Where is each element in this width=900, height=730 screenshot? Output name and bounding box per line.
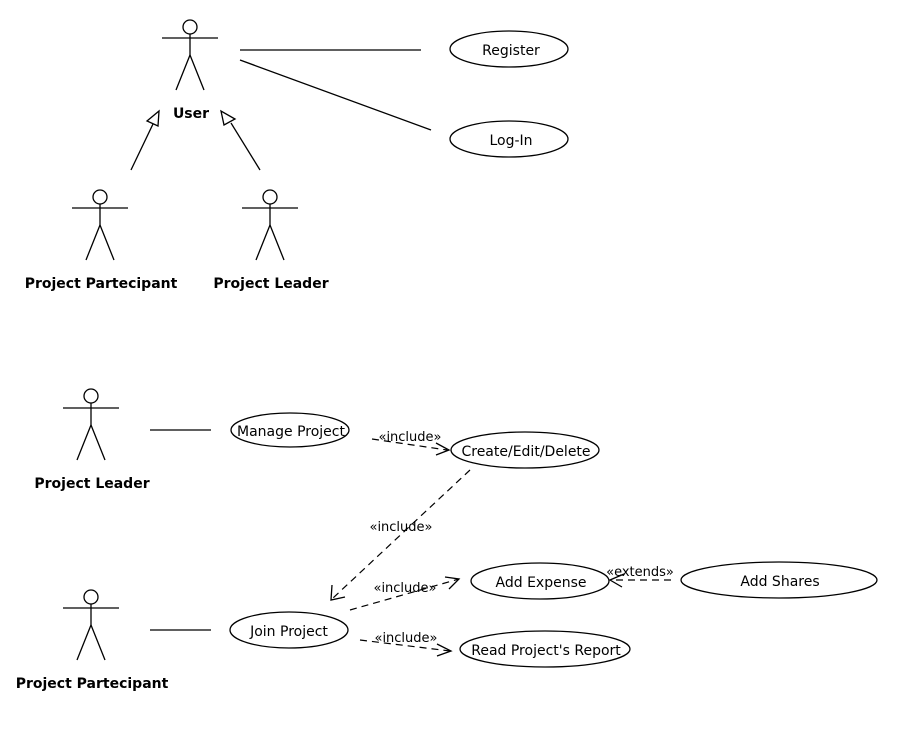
use-case-label: Read Project's Report [471,643,621,659]
actor-project-partecipant-bottom[interactable]: Project Partecipant [16,589,169,692]
stereotype-label: «include» [369,520,432,535]
actor-leg-right [90,424,106,461]
use-case-label: Manage Project [237,424,345,440]
use-case-login[interactable]: Log-In [449,120,569,158]
generalization-line [130,123,154,171]
hollow-triangle-arrowhead-icon [145,109,160,127]
actor-label: Project Partecipant [25,276,178,292]
generalization-line [230,122,261,171]
actor-project-leader-top[interactable]: Project Leader [213,189,329,292]
hollow-triangle-arrowhead-icon [220,109,237,126]
actor-head [182,19,198,35]
actor-leg-left [85,224,101,261]
actor-label: Project Leader [213,276,328,292]
include-join-to-report[interactable]: «include» [359,631,453,657]
actor-head [83,589,99,605]
generalization-leader-to-user[interactable] [220,109,261,171]
use-case-label: Join Project [249,624,328,640]
use-case-label: Register [482,43,540,59]
actor-head [92,189,108,205]
stereotype-label: «include» [373,581,436,596]
open-arrowhead-icon [330,584,346,601]
generalization-partecipant-to-user[interactable] [130,109,160,171]
actor-leg-right [189,54,205,91]
actor-leg-right [90,624,106,661]
use-case-label: Add Shares [740,574,819,590]
use-case-create-edit-delete[interactable]: Create/Edit/Delete [450,431,600,469]
stereotype-label: «include» [374,631,437,646]
stereotype-label: «include» [378,430,441,445]
actor-leg-right [99,224,115,261]
use-case-register[interactable]: Register [449,30,569,68]
use-case-read-report[interactable]: Read Project's Report [459,630,631,668]
actor-label: Project Partecipant [16,676,169,692]
actor-project-leader-bottom[interactable]: Project Leader [34,388,150,492]
actor-leg-left [76,424,92,461]
actor-head [83,388,99,404]
use-case-diagram: User Project Partecipant Project Leader … [16,19,878,692]
actor-leg-left [175,54,191,91]
use-case-add-shares[interactable]: Add Shares [680,561,878,599]
actor-leg-left [255,224,271,261]
actor-label: Project Leader [34,476,149,492]
actor-project-partecipant-top[interactable]: Project Partecipant [25,189,178,292]
use-case-manage-project[interactable]: Manage Project [230,412,350,448]
use-case-label: Log-In [489,133,532,149]
include-manage-to-create[interactable]: «include» [371,430,451,456]
use-case-join-project[interactable]: Join Project [229,611,349,649]
use-case-label: Add Expense [496,575,587,591]
actor-leg-right [269,224,285,261]
actor-leg-left [76,624,92,661]
use-case-add-expense[interactable]: Add Expense [470,562,610,600]
actor-label: User [173,106,209,122]
actor-user[interactable]: User [162,19,218,122]
actor-head [262,189,278,205]
extends-shares-to-expense[interactable]: «extends» [606,565,674,588]
include-join-to-expense[interactable]: «include» [349,576,461,611]
stereotype-label: «extends» [606,565,674,580]
use-case-label: Create/Edit/Delete [461,444,590,460]
association-user-login[interactable] [239,59,432,131]
